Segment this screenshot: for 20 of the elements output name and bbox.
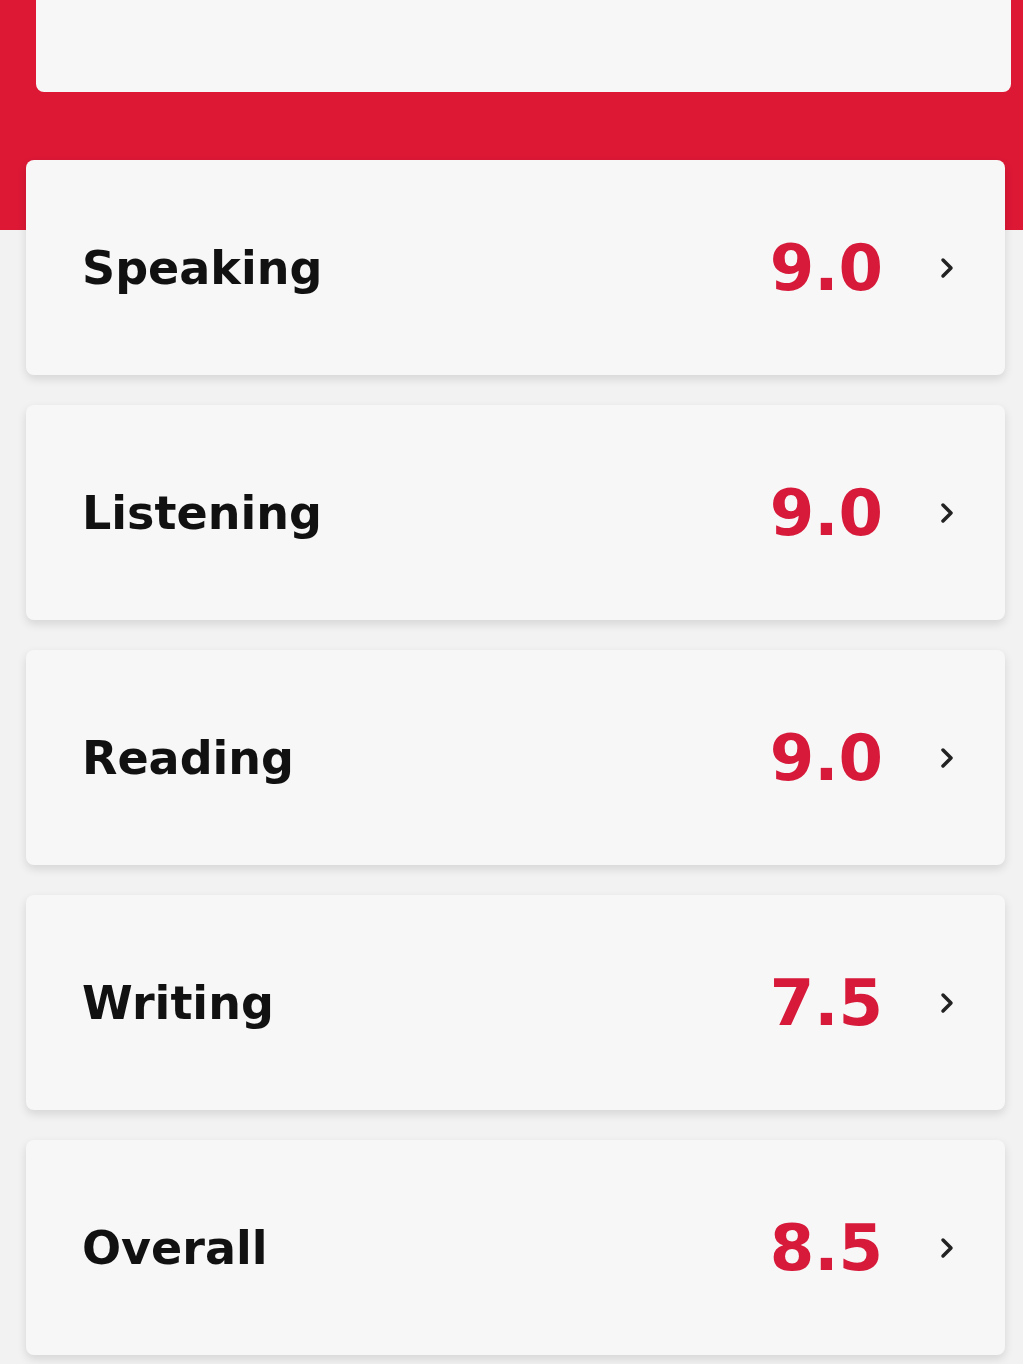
chevron-right-icon — [939, 990, 955, 1015]
skill-label: Overall — [82, 1220, 269, 1275]
chevron-right-icon — [939, 255, 955, 280]
band-score: 8.5 — [769, 1210, 883, 1285]
skill-label: Listening — [82, 485, 323, 540]
skill-label: Speaking — [82, 240, 324, 295]
score-row[interactable]: Speaking 9.0 — [26, 160, 1005, 375]
skill-label: Writing — [82, 975, 275, 1030]
score-row[interactable]: Overall 8.5 — [26, 1140, 1005, 1355]
chevron-right-icon — [939, 745, 955, 770]
score-row[interactable]: Writing 7.5 — [26, 895, 1005, 1110]
chevron-right-icon — [939, 500, 955, 525]
skill-label: Reading — [82, 730, 296, 785]
score-row[interactable]: Listening 9.0 — [26, 405, 1005, 620]
band-score: 9.0 — [769, 720, 883, 795]
score-row[interactable]: Reading 9.0 — [26, 650, 1005, 865]
chevron-right-icon — [939, 1235, 955, 1260]
band-score: 7.5 — [769, 965, 883, 1040]
band-score: 9.0 — [769, 475, 883, 550]
band-score: 9.0 — [769, 230, 883, 305]
